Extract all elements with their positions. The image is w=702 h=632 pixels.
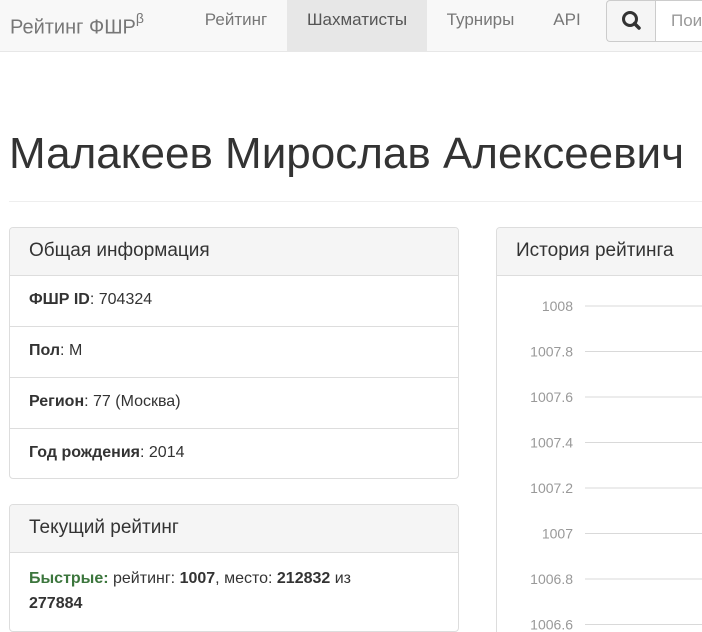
info-value: 704324 (98, 291, 153, 308)
info-row-gender: Пол: М (10, 327, 458, 378)
info-separator: : (84, 393, 93, 410)
rating-history-panel: История рейтинга 1008 1007.8 1007.6 1007.4 1… (496, 227, 702, 632)
info-separator: : (89, 291, 99, 308)
y-tick-label: 1007.4 (530, 435, 573, 451)
place-value: 212832 (276, 570, 331, 587)
info-row-region: Регион: 77 (Москва) (10, 378, 458, 429)
rating-category: Быстрые: (29, 570, 109, 587)
current-rating-panel: Текущий рейтинг Быстрые: рейтинг: 1007, … (9, 504, 459, 632)
y-tick-label: 1008 (542, 298, 573, 314)
y-tick-label: 1007.2 (530, 480, 573, 496)
search-button[interactable] (606, 0, 656, 42)
y-tick-label: 1007.6 (530, 389, 573, 405)
info-value: 2014 (148, 444, 185, 461)
rating-history-chart: 1008 1007.8 1007.6 1007.4 1007.2 1007 1006.8 10… (530, 298, 702, 632)
search-input[interactable]: Поиск (655, 0, 702, 42)
info-value: 77 (Москва) (93, 393, 181, 410)
info-label: Год рождения (29, 444, 141, 461)
brand-text: Рейтинг ФШР (10, 16, 136, 39)
y-tick-label: 1006.6 (530, 617, 573, 632)
navbar: Рейтинг ФШРβ Рейтинг Шахматисты Турниры … (0, 0, 702, 52)
info-label: ФШР ID (29, 291, 90, 308)
rating-value: 1007 (179, 570, 216, 587)
info-separator: : (140, 444, 149, 461)
info-label: Регион (29, 393, 85, 410)
nav-item-label: Рейтинг (204, 10, 268, 29)
nav-item-label: Турниры (446, 10, 515, 29)
total-players-value: 277884 (29, 595, 83, 612)
nav-item-api[interactable]: API (534, 0, 600, 51)
nav-item-players[interactable]: Шахматисты (287, 0, 427, 51)
brand-beta-mark: β (135, 10, 144, 26)
title-divider (9, 201, 702, 202)
page-title: Малакеев Мирослав Алексеевич (9, 129, 685, 178)
general-info-panel: Общая информация ФШР ID: 704324 Пол: М Р… (9, 227, 459, 479)
nav-item-rating[interactable]: Рейтинг (187, 0, 285, 51)
general-info-title: Общая информация (10, 228, 458, 276)
nav-item-label: API (553, 10, 581, 29)
current-rating-body: Быстрые: рейтинг: 1007, место: 212832 из… (10, 553, 458, 616)
y-tick-label: 1007.8 (530, 344, 573, 360)
info-label: Пол (29, 342, 61, 359)
current-rating-title: Текущий рейтинг (10, 505, 458, 553)
of-label: из (330, 570, 352, 587)
info-separator: : (60, 342, 69, 359)
rating-label: рейтинг: (108, 570, 180, 587)
brand-link[interactable]: Рейтинг ФШРβ (10, 7, 144, 42)
rating-history-title: История рейтинга (497, 228, 702, 276)
y-tick-label: 1007 (542, 526, 573, 542)
info-row-id: ФШР ID: 704324 (10, 276, 458, 327)
nav-item-tournaments[interactable]: Турниры (427, 0, 534, 51)
y-tick-label: 1006.8 (530, 571, 573, 587)
info-row-birth-year: Год рождения: 2014 (10, 429, 458, 480)
info-value: М (68, 342, 83, 359)
nav-item-label: Шахматисты (306, 10, 408, 29)
place-label: , место: (215, 570, 277, 587)
search-icon (622, 11, 641, 30)
